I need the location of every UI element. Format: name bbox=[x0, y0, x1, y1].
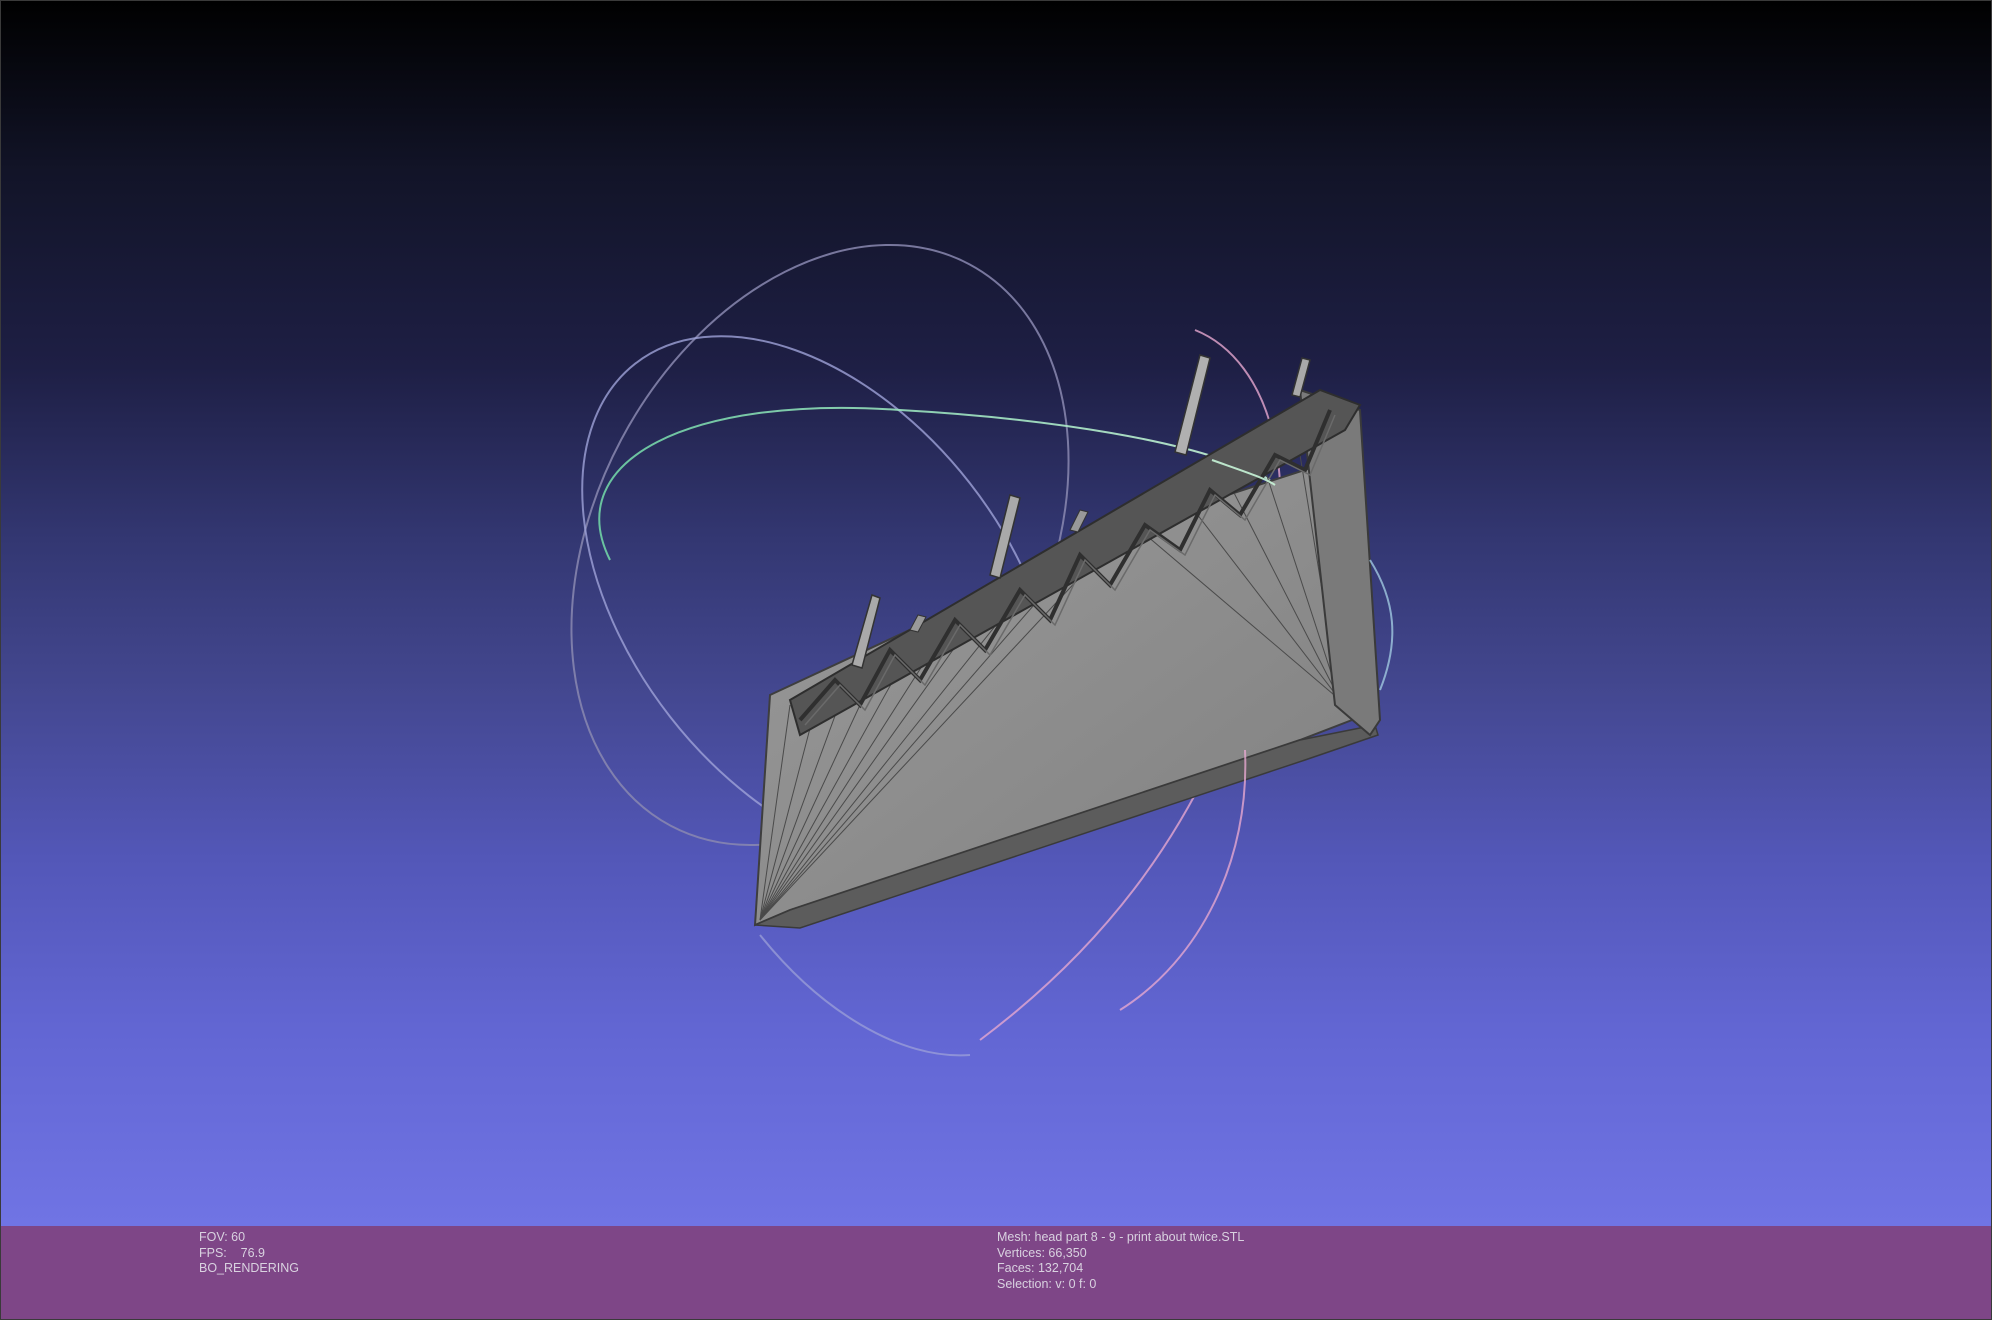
render-mode: BO_RENDERING bbox=[199, 1261, 300, 1275]
mesh-info: Mesh: head part 8 - 9 - print about twic… bbox=[997, 1230, 1244, 1292]
fps-readout: FPS: 76.9 bbox=[199, 1245, 266, 1260]
fov-readout: FOV: 60 bbox=[199, 1230, 246, 1244]
mesh-pin bbox=[1174, 354, 1211, 456]
mesh-render-canvas[interactable] bbox=[0, 0, 1992, 1226]
face-count: Faces: 132,704 bbox=[997, 1261, 1084, 1275]
mesh-pin bbox=[989, 494, 1021, 579]
selection-info: Selection: v: 0 f: 0 bbox=[997, 1276, 1097, 1291]
mesh-name: Mesh: head part 8 - 9 - print about twic… bbox=[997, 1230, 1245, 1244]
3d-viewport[interactable] bbox=[0, 0, 1992, 1226]
vertex-count: Vertices: 66,350 bbox=[997, 1245, 1087, 1260]
status-bar: FOV: 60 FPS: 76.9 BO_RENDERING Mesh: hea… bbox=[0, 1226, 1992, 1320]
render-info: FOV: 60 FPS: 76.9 BO_RENDERING bbox=[199, 1230, 299, 1277]
mesh-pin bbox=[1291, 357, 1311, 398]
